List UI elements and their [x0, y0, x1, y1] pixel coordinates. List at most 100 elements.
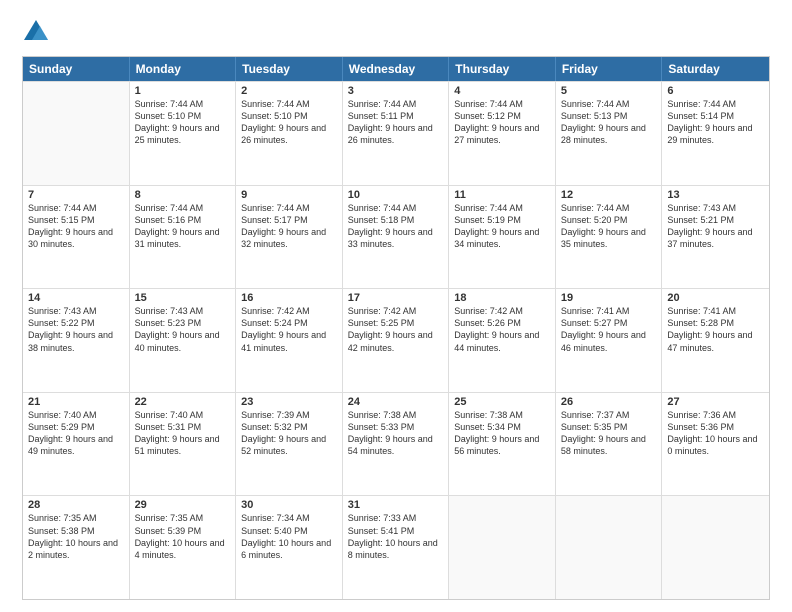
day-number: 10: [348, 189, 444, 201]
day-number: 8: [135, 189, 231, 201]
calendar-row: 21 Sunrise: 7:40 AM Sunset: 5:29 PM Dayl…: [23, 392, 769, 496]
calendar-body: 1 Sunrise: 7:44 AM Sunset: 5:10 PM Dayli…: [23, 81, 769, 599]
day-info: Sunrise: 7:43 AM Sunset: 5:22 PM Dayligh…: [28, 305, 124, 354]
day-number: 31: [348, 499, 444, 511]
day-number: 5: [561, 85, 657, 97]
calendar-cell: 4 Sunrise: 7:44 AM Sunset: 5:12 PM Dayli…: [449, 82, 556, 185]
day-number: 22: [135, 396, 231, 408]
day-info: Sunrise: 7:44 AM Sunset: 5:14 PM Dayligh…: [667, 98, 764, 147]
day-number: 29: [135, 499, 231, 511]
day-info: Sunrise: 7:36 AM Sunset: 5:36 PM Dayligh…: [667, 409, 764, 458]
day-info: Sunrise: 7:44 AM Sunset: 5:10 PM Dayligh…: [241, 98, 337, 147]
calendar-cell: 6 Sunrise: 7:44 AM Sunset: 5:14 PM Dayli…: [662, 82, 769, 185]
calendar-row: 28 Sunrise: 7:35 AM Sunset: 5:38 PM Dayl…: [23, 495, 769, 599]
day-info: Sunrise: 7:33 AM Sunset: 5:41 PM Dayligh…: [348, 512, 444, 561]
page: SundayMondayTuesdayWednesdayThursdayFrid…: [0, 0, 792, 612]
day-number: 9: [241, 189, 337, 201]
day-number: 19: [561, 292, 657, 304]
day-info: Sunrise: 7:44 AM Sunset: 5:10 PM Dayligh…: [135, 98, 231, 147]
calendar-weekday: Sunday: [23, 57, 130, 81]
calendar-cell: 20 Sunrise: 7:41 AM Sunset: 5:28 PM Dayl…: [662, 289, 769, 392]
day-number: 18: [454, 292, 550, 304]
calendar-cell: 21 Sunrise: 7:40 AM Sunset: 5:29 PM Dayl…: [23, 393, 130, 496]
calendar-cell: [449, 496, 556, 599]
calendar-cell: 15 Sunrise: 7:43 AM Sunset: 5:23 PM Dayl…: [130, 289, 237, 392]
calendar-cell: 5 Sunrise: 7:44 AM Sunset: 5:13 PM Dayli…: [556, 82, 663, 185]
day-info: Sunrise: 7:44 AM Sunset: 5:20 PM Dayligh…: [561, 202, 657, 251]
calendar-cell: 17 Sunrise: 7:42 AM Sunset: 5:25 PM Dayl…: [343, 289, 450, 392]
day-number: 15: [135, 292, 231, 304]
calendar-header: SundayMondayTuesdayWednesdayThursdayFrid…: [23, 57, 769, 81]
day-info: Sunrise: 7:41 AM Sunset: 5:28 PM Dayligh…: [667, 305, 764, 354]
calendar-row: 7 Sunrise: 7:44 AM Sunset: 5:15 PM Dayli…: [23, 185, 769, 289]
calendar-cell: 30 Sunrise: 7:34 AM Sunset: 5:40 PM Dayl…: [236, 496, 343, 599]
calendar-cell: 12 Sunrise: 7:44 AM Sunset: 5:20 PM Dayl…: [556, 186, 663, 289]
logo-icon: [22, 18, 50, 46]
day-info: Sunrise: 7:41 AM Sunset: 5:27 PM Dayligh…: [561, 305, 657, 354]
day-number: 28: [28, 499, 124, 511]
day-number: 24: [348, 396, 444, 408]
calendar-cell: 7 Sunrise: 7:44 AM Sunset: 5:15 PM Dayli…: [23, 186, 130, 289]
calendar-cell: 18 Sunrise: 7:42 AM Sunset: 5:26 PM Dayl…: [449, 289, 556, 392]
calendar-weekday: Wednesday: [343, 57, 450, 81]
day-number: 1: [135, 85, 231, 97]
day-number: 11: [454, 189, 550, 201]
day-info: Sunrise: 7:43 AM Sunset: 5:23 PM Dayligh…: [135, 305, 231, 354]
calendar: SundayMondayTuesdayWednesdayThursdayFrid…: [22, 56, 770, 600]
day-info: Sunrise: 7:43 AM Sunset: 5:21 PM Dayligh…: [667, 202, 764, 251]
day-info: Sunrise: 7:35 AM Sunset: 5:39 PM Dayligh…: [135, 512, 231, 561]
calendar-cell: 23 Sunrise: 7:39 AM Sunset: 5:32 PM Dayl…: [236, 393, 343, 496]
day-info: Sunrise: 7:44 AM Sunset: 5:13 PM Dayligh…: [561, 98, 657, 147]
day-number: 23: [241, 396, 337, 408]
day-info: Sunrise: 7:44 AM Sunset: 5:19 PM Dayligh…: [454, 202, 550, 251]
calendar-weekday: Tuesday: [236, 57, 343, 81]
day-number: 27: [667, 396, 764, 408]
day-number: 3: [348, 85, 444, 97]
day-number: 13: [667, 189, 764, 201]
day-number: 4: [454, 85, 550, 97]
day-info: Sunrise: 7:37 AM Sunset: 5:35 PM Dayligh…: [561, 409, 657, 458]
calendar-cell: [23, 82, 130, 185]
day-number: 6: [667, 85, 764, 97]
calendar-cell: 3 Sunrise: 7:44 AM Sunset: 5:11 PM Dayli…: [343, 82, 450, 185]
calendar-cell: 14 Sunrise: 7:43 AM Sunset: 5:22 PM Dayl…: [23, 289, 130, 392]
day-info: Sunrise: 7:42 AM Sunset: 5:26 PM Dayligh…: [454, 305, 550, 354]
day-number: 30: [241, 499, 337, 511]
calendar-cell: 1 Sunrise: 7:44 AM Sunset: 5:10 PM Dayli…: [130, 82, 237, 185]
calendar-cell: 13 Sunrise: 7:43 AM Sunset: 5:21 PM Dayl…: [662, 186, 769, 289]
day-info: Sunrise: 7:44 AM Sunset: 5:15 PM Dayligh…: [28, 202, 124, 251]
calendar-cell: 28 Sunrise: 7:35 AM Sunset: 5:38 PM Dayl…: [23, 496, 130, 599]
header: [22, 18, 770, 46]
calendar-cell: [662, 496, 769, 599]
day-number: 21: [28, 396, 124, 408]
day-info: Sunrise: 7:44 AM Sunset: 5:17 PM Dayligh…: [241, 202, 337, 251]
calendar-cell: 27 Sunrise: 7:36 AM Sunset: 5:36 PM Dayl…: [662, 393, 769, 496]
day-number: 2: [241, 85, 337, 97]
day-info: Sunrise: 7:44 AM Sunset: 5:16 PM Dayligh…: [135, 202, 231, 251]
calendar-cell: 8 Sunrise: 7:44 AM Sunset: 5:16 PM Dayli…: [130, 186, 237, 289]
calendar-weekday: Thursday: [449, 57, 556, 81]
day-number: 20: [667, 292, 764, 304]
calendar-cell: [556, 496, 663, 599]
day-number: 16: [241, 292, 337, 304]
calendar-cell: 29 Sunrise: 7:35 AM Sunset: 5:39 PM Dayl…: [130, 496, 237, 599]
day-info: Sunrise: 7:38 AM Sunset: 5:34 PM Dayligh…: [454, 409, 550, 458]
calendar-cell: 22 Sunrise: 7:40 AM Sunset: 5:31 PM Dayl…: [130, 393, 237, 496]
day-info: Sunrise: 7:44 AM Sunset: 5:18 PM Dayligh…: [348, 202, 444, 251]
calendar-cell: 2 Sunrise: 7:44 AM Sunset: 5:10 PM Dayli…: [236, 82, 343, 185]
day-number: 25: [454, 396, 550, 408]
day-info: Sunrise: 7:44 AM Sunset: 5:12 PM Dayligh…: [454, 98, 550, 147]
calendar-row: 14 Sunrise: 7:43 AM Sunset: 5:22 PM Dayl…: [23, 288, 769, 392]
calendar-cell: 31 Sunrise: 7:33 AM Sunset: 5:41 PM Dayl…: [343, 496, 450, 599]
calendar-cell: 11 Sunrise: 7:44 AM Sunset: 5:19 PM Dayl…: [449, 186, 556, 289]
day-number: 26: [561, 396, 657, 408]
day-info: Sunrise: 7:38 AM Sunset: 5:33 PM Dayligh…: [348, 409, 444, 458]
day-info: Sunrise: 7:42 AM Sunset: 5:25 PM Dayligh…: [348, 305, 444, 354]
calendar-cell: 19 Sunrise: 7:41 AM Sunset: 5:27 PM Dayl…: [556, 289, 663, 392]
day-number: 12: [561, 189, 657, 201]
day-number: 7: [28, 189, 124, 201]
day-info: Sunrise: 7:40 AM Sunset: 5:29 PM Dayligh…: [28, 409, 124, 458]
calendar-cell: 9 Sunrise: 7:44 AM Sunset: 5:17 PM Dayli…: [236, 186, 343, 289]
day-number: 14: [28, 292, 124, 304]
logo: [22, 18, 54, 46]
